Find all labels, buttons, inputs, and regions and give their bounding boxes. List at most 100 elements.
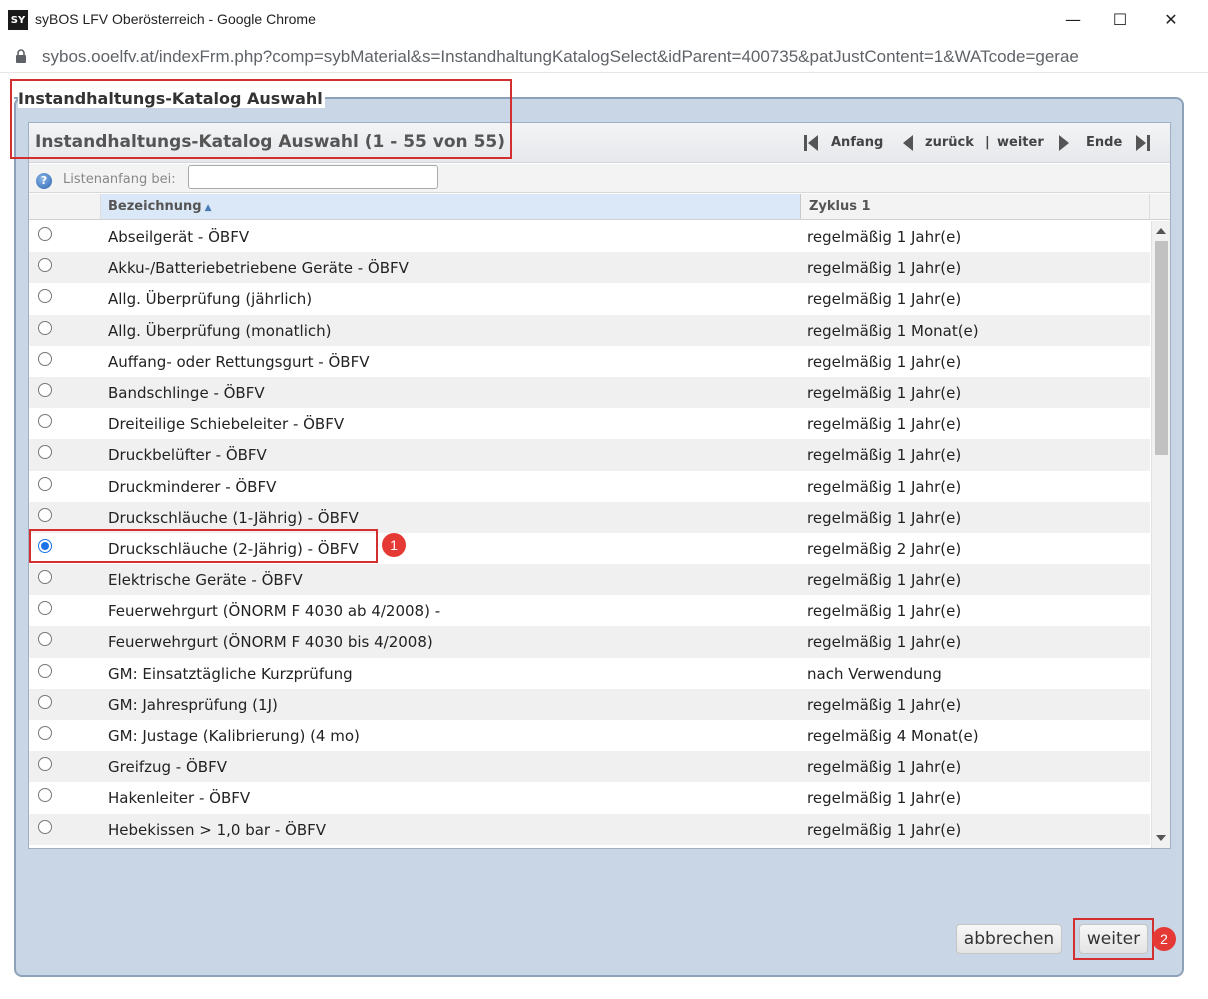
row-name: GM: Einsatztägliche Kurzprüfung	[108, 664, 353, 683]
next-page-icon[interactable]	[1057, 133, 1071, 153]
table-row[interactable]: Dreiteilige Schiebeleiter - ÖBFV regelmäß…	[29, 408, 1150, 440]
row-radio[interactable]	[38, 819, 52, 834]
row-radio[interactable]	[38, 258, 52, 273]
table-row[interactable]: GM: Einsatztägliche Kurzprüfung nach Verw…	[29, 657, 1150, 689]
row-name: Feuerwehrgurt (ÖNORM F 4030 bis 4/2008)	[108, 633, 433, 652]
scroll-up-icon[interactable]	[1156, 228, 1166, 234]
row-radio[interactable]	[38, 445, 52, 460]
row-radio[interactable]	[38, 320, 52, 335]
maximize-button[interactable]: ☐	[1097, 0, 1143, 39]
url-text[interactable]: sybos.ooelfv.at/indexFrm.php?comp=sybMat…	[42, 47, 1079, 67]
row-radio[interactable]	[38, 414, 52, 429]
help-icon[interactable]: ?	[36, 173, 52, 189]
list-start-input[interactable]	[188, 165, 438, 189]
row-cycle: regelmäßig 1 Jahr(e)	[807, 352, 962, 371]
row-radio[interactable]	[38, 227, 52, 241]
scroll-down-icon[interactable]	[1156, 835, 1166, 841]
table-row[interactable]: GM: Justage (Kalibrierung) (4 mo) regelmä…	[29, 720, 1150, 752]
row-name: Bandschlinge - ÖBFV	[108, 383, 265, 402]
catalog-panel: Instandhaltungs-Katalog Auswahl (1 - 55 …	[28, 122, 1171, 849]
row-radio[interactable]	[38, 694, 52, 709]
row-cycle: regelmäßig 1 Jahr(e)	[807, 290, 962, 309]
table-row[interactable]: Allg. Überprüfung (monatlich) regelmäßig …	[29, 314, 1150, 346]
table-row[interactable]: Druckschläuche (2-Jährig) - ÖBFV regelmäß…	[29, 532, 1150, 565]
first-page-icon[interactable]	[803, 133, 821, 153]
row-radio[interactable]	[38, 757, 52, 772]
pager-first[interactable]: Anfang	[831, 135, 883, 150]
row-radio[interactable]	[38, 570, 52, 585]
row-radio[interactable]	[38, 632, 52, 647]
row-cycle: regelmäßig 1 Jahr(e)	[807, 820, 962, 839]
table-row[interactable]: Hebekissen > 1,0 bar - ÖBFV regelmäßig 1 …	[29, 813, 1150, 845]
row-radio[interactable]	[38, 351, 52, 366]
table-scrollbar[interactable]	[1151, 221, 1170, 848]
table-row[interactable]: Allg. Überprüfung (jährlich) regelmäßig 1…	[29, 283, 1150, 315]
page-content: Instandhaltungs-Katalog Auswahl Instandh…	[0, 74, 1208, 999]
last-page-icon[interactable]	[1133, 133, 1151, 153]
row-radio[interactable]	[38, 663, 52, 678]
row-cycle: regelmäßig 1 Jahr(e)	[807, 415, 962, 434]
row-cycle: regelmäßig 1 Jahr(e)	[807, 695, 962, 714]
header-cycle-label: Zyklus 1	[809, 199, 871, 214]
close-window-button[interactable]: ✕	[1148, 0, 1194, 39]
row-name: Allg. Überprüfung (monatlich)	[108, 321, 332, 340]
row-name: Elektrische Geräte - ÖBFV	[108, 571, 303, 590]
scroll-thumb[interactable]	[1155, 241, 1168, 455]
row-cycle: regelmäßig 1 Jahr(e)	[807, 477, 962, 496]
next-button[interactable]: weiter	[1079, 924, 1148, 954]
row-name: Auffang- oder Rettungsgurt - ÖBFV	[108, 352, 370, 371]
prev-page-icon[interactable]	[901, 133, 915, 153]
fieldset-legend: Instandhaltungs-Katalog Auswahl	[18, 89, 325, 108]
row-cycle: regelmäßig 1 Jahr(e)	[807, 633, 962, 652]
header-cycle-column[interactable]: Zyklus 1	[802, 194, 1150, 219]
table-row[interactable]: Auffang- oder Rettungsgurt - ÖBFV regelmä…	[29, 345, 1150, 377]
table-row[interactable]: Druckbelüfter - ÖBFV regelmäßig 1 Jahr(e)	[29, 439, 1150, 471]
row-name: Druckminderer - ÖBFV	[108, 477, 277, 496]
row-radio[interactable]	[38, 788, 52, 803]
pager-prev[interactable]: zurück	[925, 135, 974, 150]
row-radio[interactable]	[38, 289, 52, 304]
row-name: Abseilgerät - ÖBFV	[108, 228, 250, 246]
table-row[interactable]: GM: Jahresprüfung (1J) regelmäßig 1 Jahr(…	[29, 688, 1150, 720]
minimize-button[interactable]: —	[1050, 0, 1096, 39]
row-radio[interactable]	[38, 538, 52, 553]
row-cycle: regelmäßig 4 Monat(e)	[807, 727, 979, 745]
pager-last[interactable]: Ende	[1086, 135, 1122, 150]
row-cycle: regelmäßig 1 Jahr(e)	[807, 508, 962, 527]
row-radio[interactable]	[38, 382, 52, 397]
app-logo-icon: SY	[8, 10, 28, 30]
table-row[interactable]: Druckschläuche (1-Jährig) - ÖBFV regelmäß…	[29, 501, 1150, 533]
table-body: Abseilgerät - ÖBFV regelmäßig 1 Jahr(e) Ak…	[29, 221, 1150, 848]
row-cycle: regelmäßig 2 Jahr(e)	[807, 539, 962, 558]
table-row[interactable]: Hakenleiter - ÖBFV regelmäßig 1 Jahr(e)	[29, 782, 1150, 814]
row-name: Hakenleiter - ÖBFV	[108, 789, 251, 808]
panel-title: Instandhaltungs-Katalog Auswahl (1 - 55 …	[35, 132, 506, 152]
row-name: Greifzug - ÖBFV	[108, 758, 227, 777]
row-radio[interactable]	[38, 507, 52, 522]
cancel-button[interactable]: abbrechen	[956, 924, 1062, 954]
table-row[interactable]: Feuerwehrgurt (ÖNORM F 4030 bis 4/2008) r…	[29, 626, 1150, 658]
header-name-label: Bezeichnung	[108, 199, 202, 214]
table-header: Bezeichnung ▲ Zyklus 1	[29, 194, 1170, 220]
row-cycle: regelmäßig 1 Jahr(e)	[807, 228, 962, 246]
pager-next[interactable]: weiter	[997, 135, 1044, 150]
address-bar[interactable]: sybos.ooelfv.at/indexFrm.php?comp=sybMat…	[0, 39, 1208, 73]
row-radio[interactable]	[38, 476, 52, 491]
table-row[interactable]: Abseilgerät - ÖBFV regelmäßig 1 Jahr(e)	[29, 221, 1150, 253]
step-badge-2: 2	[1152, 927, 1176, 951]
row-name: GM: Justage (Kalibrierung) (4 mo)	[108, 727, 360, 745]
step-badge-1: 1	[382, 533, 406, 557]
table-row[interactable]: Elektrische Geräte - ÖBFV regelmäßig 1 Ja…	[29, 564, 1150, 596]
table-row[interactable]: Bandschlinge - ÖBFV regelmäßig 1 Jahr(e)	[29, 376, 1150, 409]
row-radio[interactable]	[38, 726, 52, 740]
row-cycle: regelmäßig 1 Jahr(e)	[807, 571, 962, 590]
row-name: Dreiteilige Schiebeleiter - ÖBFV	[108, 415, 345, 434]
header-name-column[interactable]: Bezeichnung ▲	[101, 194, 801, 219]
row-cycle: regelmäßig 1 Jahr(e)	[807, 259, 962, 278]
table-row[interactable]: Greifzug - ÖBFV regelmäßig 1 Jahr(e)	[29, 751, 1150, 783]
table-row[interactable]: Feuerwehrgurt (ÖNORM F 4030 ab 4/2008) -…	[29, 595, 1150, 627]
row-radio[interactable]	[38, 601, 52, 616]
table-row[interactable]: Druckminderer - ÖBFV regelmäßig 1 Jahr(e)	[29, 470, 1150, 502]
table-row[interactable]: Akku-/Batteriebetriebene Geräte - ÖBFV re…	[29, 252, 1150, 284]
row-cycle: nach Verwendung	[807, 664, 942, 683]
